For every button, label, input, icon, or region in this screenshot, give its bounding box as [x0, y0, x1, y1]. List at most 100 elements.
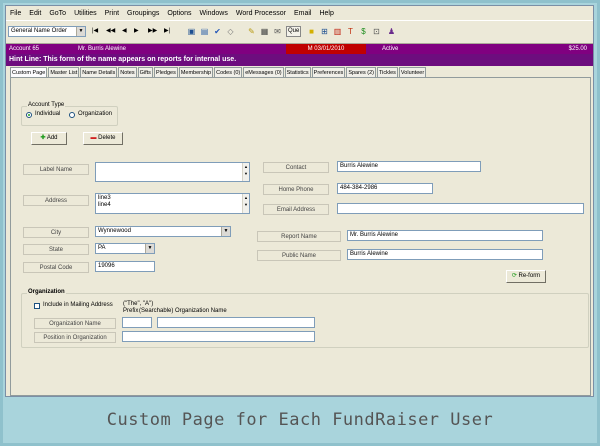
app-window: File Edit GoTo Utilities Print Groupings…: [5, 5, 594, 397]
report-name-button[interactable]: Report Name: [257, 231, 341, 242]
organization-label: Organization: [78, 111, 113, 117]
tab-name-details[interactable]: Name Details: [80, 67, 118, 77]
menu-windows[interactable]: Windows: [199, 10, 227, 17]
disk-icon[interactable]: ▤: [199, 26, 210, 37]
tab-master-list[interactable]: Master List: [48, 67, 80, 77]
email-address-field[interactable]: [337, 203, 584, 214]
menu-help[interactable]: Help: [319, 10, 333, 17]
delete-label: Delete: [98, 135, 116, 141]
name-order-select[interactable]: General Name Order ▼: [8, 26, 86, 37]
calculator-icon[interactable]: ▦: [259, 26, 270, 37]
page-caption: Custom Page for Each FundRaiser User: [106, 410, 494, 430]
menu-bar: File Edit GoTo Utilities Print Groupings…: [6, 6, 593, 20]
searchable-org-name-label: (Searchable) Organization Name: [139, 308, 227, 314]
menu-edit[interactable]: Edit: [29, 10, 41, 17]
email-address-button[interactable]: Email Address: [263, 204, 329, 215]
menu-email[interactable]: Email: [294, 10, 312, 17]
pencil-icon[interactable]: ✎: [246, 26, 257, 37]
scroll-arrows-icon[interactable]: ▲ ▼: [242, 194, 249, 213]
menu-goto[interactable]: GoTo: [49, 10, 66, 17]
tab-codes[interactable]: Codes (0): [214, 67, 243, 77]
report-icon[interactable]: ▥: [332, 26, 343, 37]
address-field[interactable]: line3 line4 ▲ ▼: [95, 193, 250, 214]
tab-emessages[interactable]: eMessages (0): [243, 67, 284, 77]
chevron-down-icon: ▼: [76, 27, 85, 36]
toolbar: General Name Order ▼ |◀ ◀◀ ◀ ▶ ▶▶ ▶| ▣ ▤…: [6, 20, 593, 44]
tab-volunteer[interactable]: Volunteer: [398, 67, 427, 77]
folder-icon[interactable]: ■: [306, 26, 317, 37]
page-back-button[interactable]: ◀◀: [106, 27, 115, 34]
tab-pledges[interactable]: Pledges: [153, 67, 178, 77]
tab-membership[interactable]: Membership: [178, 67, 214, 77]
tab-notes[interactable]: Notes: [118, 67, 137, 77]
tab-gifts[interactable]: Gifts: [137, 67, 153, 77]
query-button[interactable]: Que: [286, 26, 302, 37]
state-value: PA: [98, 245, 106, 251]
label-name-button[interactable]: Label Name: [23, 164, 89, 175]
first-record-button[interactable]: |◀: [92, 27, 98, 34]
state-button[interactable]: State: [23, 244, 89, 255]
organization-radio[interactable]: [69, 112, 75, 118]
custom-page-panel: Account Type Individual Organization ✚ A…: [10, 77, 591, 396]
menu-print[interactable]: Print: [105, 10, 119, 17]
add-button[interactable]: ✚ Add: [31, 132, 67, 145]
last-record-button[interactable]: ▶|: [164, 27, 170, 34]
re-form-button[interactable]: ⟳ Re-form: [506, 270, 546, 283]
menu-word-processor[interactable]: Word Processor: [236, 10, 286, 17]
home-phone-field[interactable]: 484-384-2986: [337, 183, 433, 194]
menu-utilities[interactable]: Utilities: [74, 10, 97, 17]
organization-name-button[interactable]: Organization Name: [34, 318, 116, 329]
city-button[interactable]: City: [23, 227, 89, 238]
save-icon[interactable]: ▣: [186, 26, 197, 37]
menu-options[interactable]: Options: [167, 10, 191, 17]
public-name-field[interactable]: Burris Alewine: [347, 249, 543, 260]
page-forward-button[interactable]: ▶▶: [148, 27, 157, 34]
home-phone-button[interactable]: Home Phone: [263, 184, 329, 195]
delete-button[interactable]: ▬ Delete: [83, 132, 123, 145]
letter-t-icon[interactable]: T: [345, 26, 356, 37]
position-in-organization-field[interactable]: [122, 331, 315, 342]
prefix-field[interactable]: [122, 317, 152, 328]
label-name-field[interactable]: ▲ ▼: [95, 162, 250, 182]
chevron-down-icon: ▼: [221, 227, 230, 236]
city-value: Wynnewood: [98, 228, 131, 234]
postal-code-field[interactable]: 19096: [95, 261, 155, 272]
envelope-icon[interactable]: ✉: [272, 26, 283, 37]
tab-preferences[interactable]: Preferences: [311, 67, 346, 77]
prev-record-button[interactable]: ◀: [122, 27, 127, 34]
individual-radio[interactable]: [26, 112, 32, 118]
include-in-mailing-checkbox[interactable]: [34, 303, 40, 309]
add-label: Add: [46, 135, 58, 141]
record-amount: $25.00: [568, 46, 587, 52]
person-icon[interactable]: ♟: [386, 26, 397, 37]
menu-groupings[interactable]: Groupings: [127, 10, 159, 17]
refresh-icon: ⟳: [511, 273, 517, 279]
network-icon[interactable]: ⊞: [319, 26, 330, 37]
record-status-bar: Account 65 Mr. Burris Alewine M 03/01/20…: [6, 44, 593, 54]
contact-field[interactable]: Burris Alewine: [337, 161, 481, 172]
dollar-icon[interactable]: $: [358, 26, 369, 37]
position-in-organization-button[interactable]: Position in Organization: [34, 332, 116, 343]
public-name-button[interactable]: Public Name: [257, 250, 341, 261]
plus-icon: ✚: [40, 135, 46, 141]
tab-tickles[interactable]: Tickles: [377, 67, 398, 77]
address-line: line3: [98, 195, 111, 201]
scroll-arrows-icon[interactable]: ▲ ▼: [242, 163, 249, 181]
form-icon[interactable]: ⊡: [371, 26, 382, 37]
tab-statistics[interactable]: Statistics: [284, 67, 311, 77]
state-select[interactable]: PA ▼: [95, 243, 155, 254]
name-order-value: General Name Order: [11, 28, 68, 34]
individual-label: Individual: [35, 111, 61, 117]
eraser-icon[interactable]: ◇: [225, 26, 236, 37]
spell-check-icon[interactable]: ✔: [212, 26, 223, 37]
address-button[interactable]: Address: [23, 195, 89, 206]
postal-code-button[interactable]: Postal Code: [23, 262, 89, 273]
report-name-field[interactable]: Mr. Burris Alewine: [347, 230, 543, 241]
city-select[interactable]: Wynnewood ▼: [95, 226, 231, 237]
tab-spares[interactable]: Spares (2): [346, 67, 376, 77]
next-record-button[interactable]: ▶: [134, 27, 139, 34]
organization-name-field[interactable]: [157, 317, 315, 328]
contact-button[interactable]: Contact: [263, 162, 329, 173]
account-type-title: Account Type: [27, 102, 66, 108]
menu-file[interactable]: File: [10, 10, 21, 17]
